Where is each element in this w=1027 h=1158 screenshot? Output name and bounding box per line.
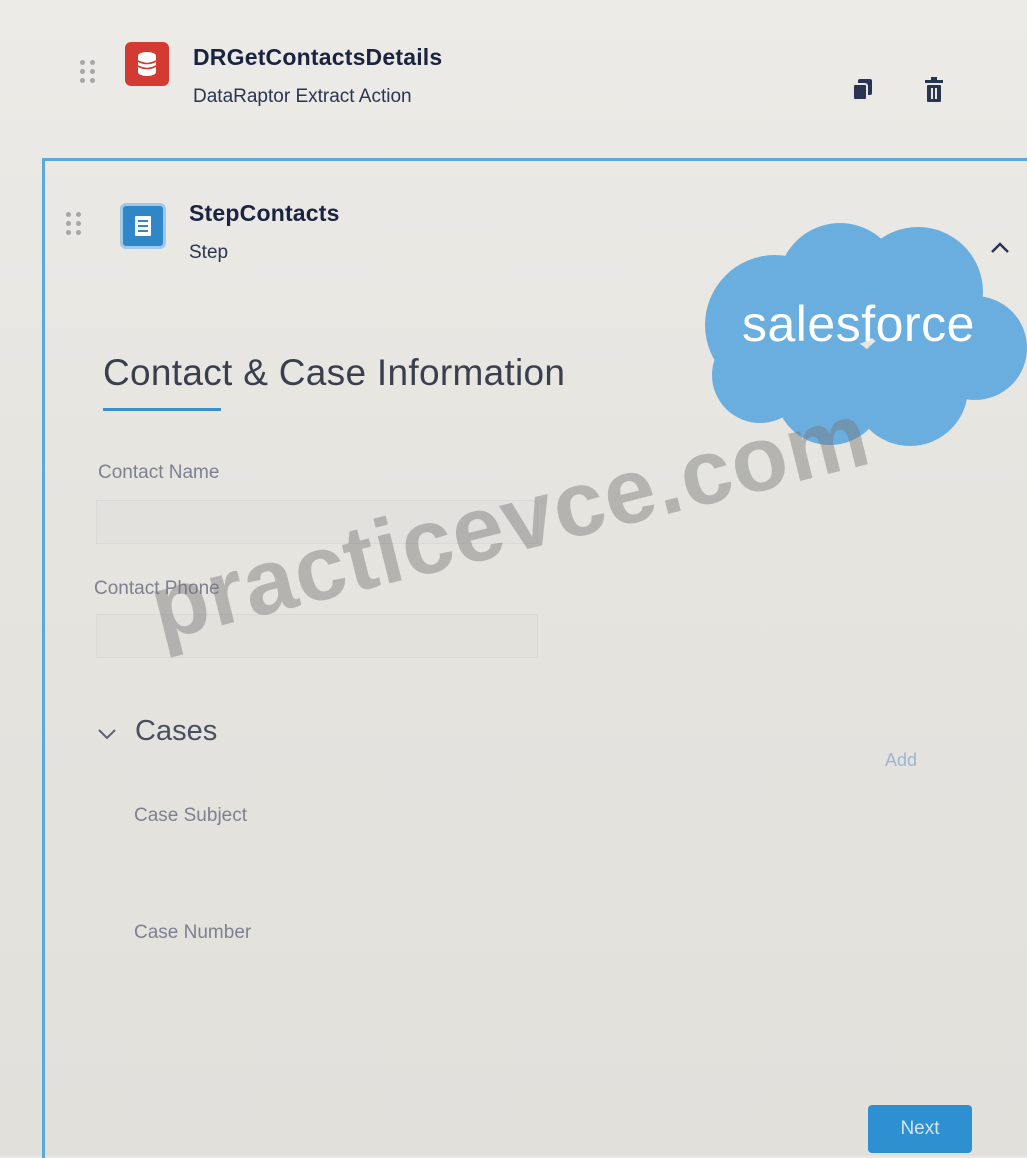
block-underline	[103, 408, 221, 411]
case-subject-label: Case Subject	[134, 805, 248, 826]
step-title: StepContacts	[189, 200, 340, 226]
dataraptor-extract-icon	[125, 42, 169, 86]
drag-handle[interactable]	[80, 48, 96, 94]
element-type: DataRaptor Extract Action	[193, 86, 412, 107]
block-title: Contact & Case Information	[103, 352, 566, 393]
case-number-label: Case Number	[134, 922, 252, 943]
copy-icon[interactable]	[850, 76, 878, 104]
next-button[interactable]: Next	[868, 1105, 972, 1153]
delete-icon[interactable]	[922, 76, 950, 104]
salesforce-logo-text: salesforce	[742, 296, 975, 352]
cases-section-title[interactable]: Cases	[135, 715, 217, 748]
element-title: DRGetContactsDetails	[193, 44, 443, 70]
omniscript-designer-canvas: DRGetContactsDetails DataRaptor Extract …	[0, 0, 1027, 1158]
step-icon	[120, 203, 166, 249]
drag-handle[interactable]	[66, 200, 82, 246]
chevron-down-icon[interactable]	[96, 722, 118, 748]
step-type: Step	[189, 242, 229, 263]
add-case-link[interactable]: Add	[885, 750, 917, 771]
contact-name-label: Contact Name	[98, 462, 220, 483]
